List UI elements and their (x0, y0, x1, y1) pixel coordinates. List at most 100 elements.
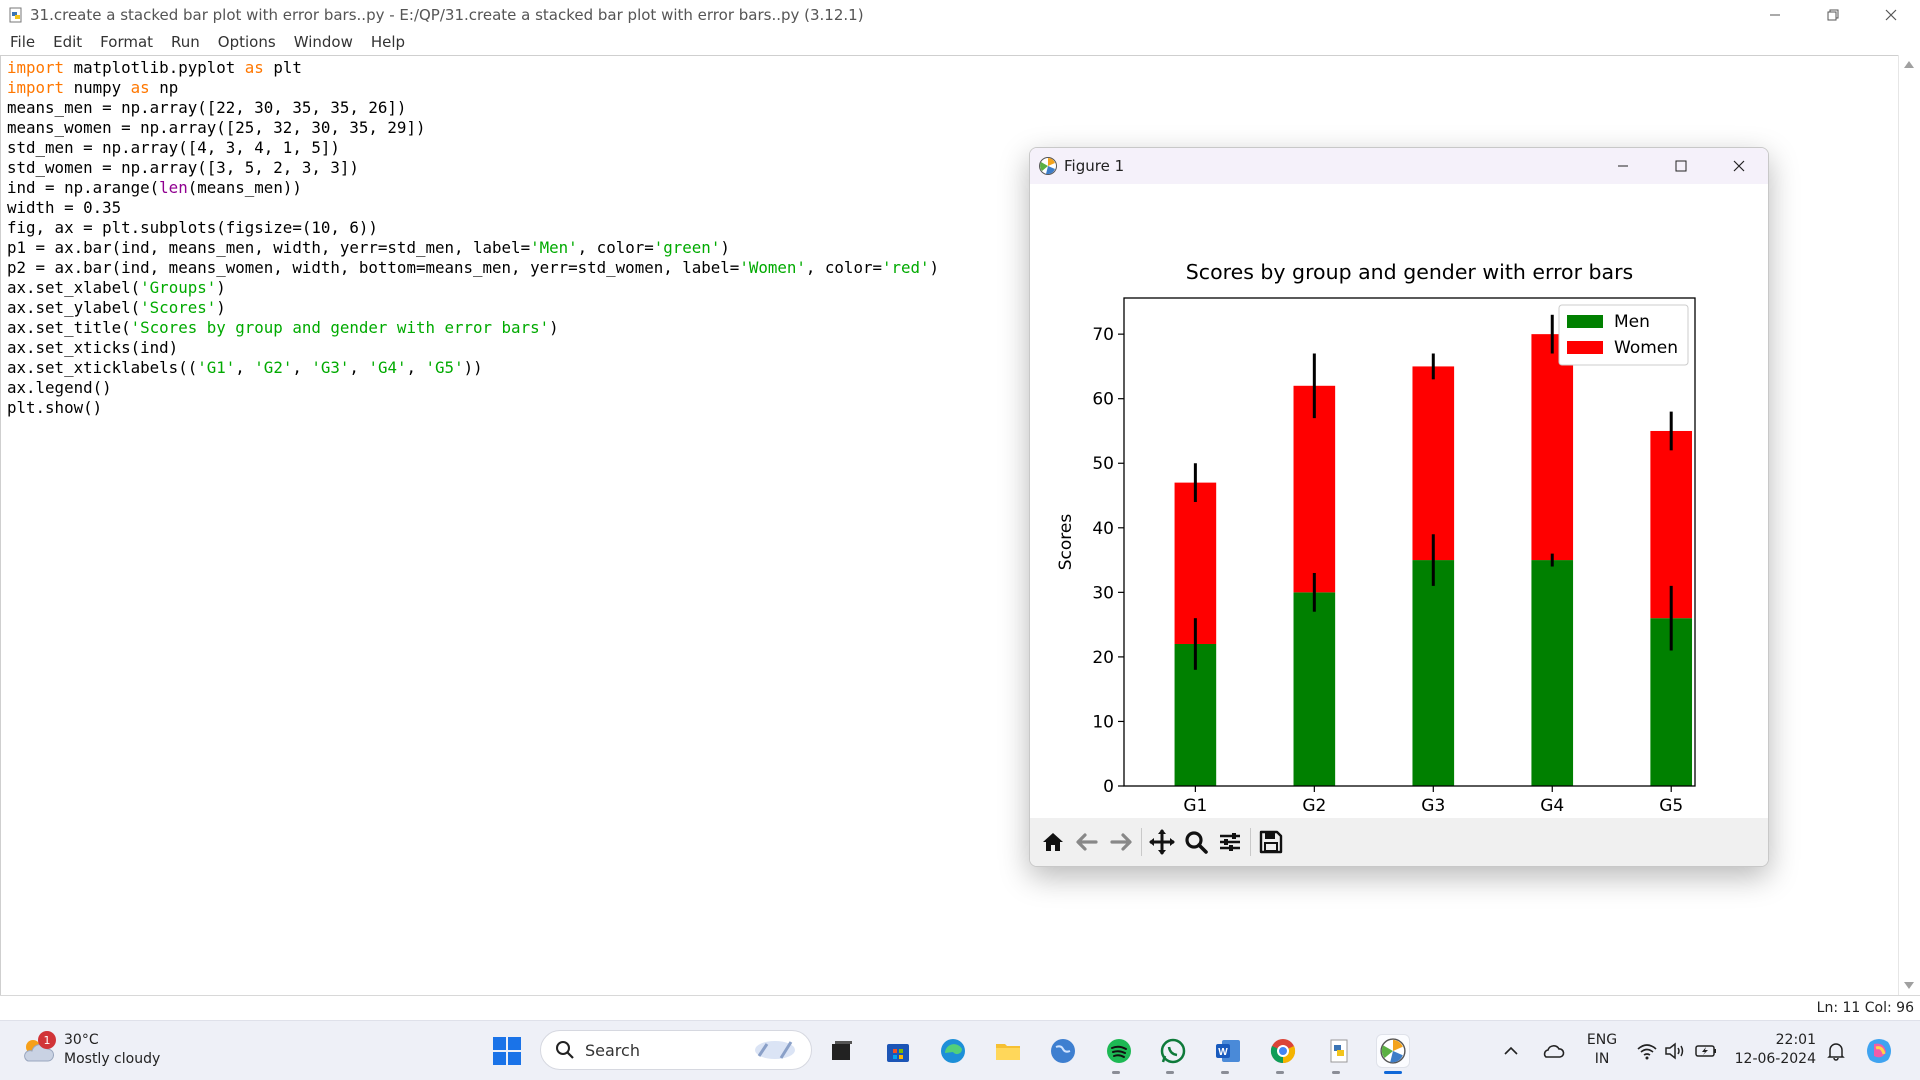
language-indicator[interactable]: ENG IN (1582, 1031, 1622, 1069)
code-line: p2 = ax.bar(ind, means_women, width, bot… (7, 258, 940, 277)
menu-edit[interactable]: Edit (44, 33, 91, 51)
weather-widget[interactable]: 1 30°C Mostly cloudy (20, 1031, 160, 1069)
close-button[interactable] (1862, 0, 1920, 29)
y-tick-label: 10 (1092, 712, 1114, 732)
toolbar-separator (1141, 828, 1142, 856)
taskbar: 1 30°C Mostly cloudy Search W ENG IN 22:… (0, 1020, 1920, 1080)
bell-icon (1827, 1043, 1845, 1061)
taskbar-clock[interactable]: 22:01 12-06-2024 (1728, 1031, 1816, 1069)
bar-men (1531, 560, 1574, 786)
running-indicator (1276, 1071, 1284, 1074)
running-indicator (1112, 1071, 1120, 1074)
onedrive-button[interactable] (1541, 1021, 1565, 1080)
x-tick-label: G5 (1659, 796, 1683, 816)
chart-canvas[interactable]: 0 10 20 30 40 50 60 70 G1 G2 G3 G4 G5 Scores by group… (1030, 184, 1768, 818)
python-button[interactable] (1322, 1034, 1356, 1068)
code-line: ax.set_title('Scores by group and gender… (7, 318, 559, 337)
store-icon (887, 1044, 909, 1062)
battery-charging-icon (1695, 1045, 1716, 1057)
back-button[interactable] (1070, 825, 1104, 859)
menu-run[interactable]: Run (162, 33, 209, 51)
code-line: fig, ax = plt.subplots(figsize=(10, 6)) (7, 218, 378, 237)
editor-scrollbar[interactable] (1898, 55, 1920, 995)
chart-title: Scores by group and gender with error ba… (1186, 260, 1633, 284)
y-tick-label: 40 (1092, 519, 1114, 539)
zoom-button[interactable] (1179, 825, 1213, 859)
spotify-button[interactable] (1102, 1034, 1136, 1068)
matplotlib-icon (1380, 1038, 1406, 1064)
taskbar-search[interactable]: Search (540, 1030, 812, 1070)
network-button[interactable] (1636, 1021, 1658, 1080)
running-indicator (1332, 1071, 1340, 1074)
edge-button[interactable] (936, 1034, 970, 1068)
start-button[interactable] (492, 1036, 522, 1066)
store-button[interactable] (881, 1034, 915, 1068)
scroll-up-icon[interactable] (1904, 61, 1914, 68)
running-indicator (1166, 1071, 1174, 1074)
close-icon (1733, 160, 1745, 172)
tray-overflow-button[interactable] (1502, 1021, 1520, 1080)
legend-swatch-women (1567, 341, 1603, 354)
matplotlib-button[interactable] (1376, 1034, 1410, 1068)
menu-file[interactable]: File (0, 33, 44, 51)
maximize-icon (1675, 160, 1687, 172)
volume-button[interactable] (1664, 1021, 1686, 1080)
forward-button[interactable] (1104, 825, 1138, 859)
browser-button[interactable] (1046, 1034, 1080, 1068)
cursor-position: Ln: 11 Col: 96 (1816, 1000, 1914, 1016)
whatsapp-button[interactable] (1156, 1034, 1190, 1068)
code-line: ax.set_xticks(ind) (7, 338, 179, 357)
menu-help[interactable]: Help (362, 33, 414, 51)
figure-maximize-button[interactable] (1652, 148, 1710, 184)
home-icon (1043, 833, 1063, 851)
active-indicator (1384, 1071, 1402, 1074)
window-titlebar: 31.create a stacked bar plot with error … (0, 0, 1920, 29)
spotify-icon (1107, 1039, 1131, 1063)
menu-format[interactable]: Format (91, 33, 162, 51)
task-view-button[interactable] (825, 1034, 859, 1068)
figure-minimize-button[interactable] (1594, 148, 1652, 184)
menu-window[interactable]: Window (285, 33, 362, 51)
x-tick-label: G3 (1421, 796, 1445, 816)
notifications-button[interactable] (1826, 1021, 1846, 1080)
legend-label-men: Men (1614, 312, 1650, 332)
back-icon (1076, 833, 1098, 851)
home-button[interactable] (1036, 825, 1070, 859)
restore-icon (1827, 9, 1839, 20)
save-button[interactable] (1254, 825, 1288, 859)
copilot-button[interactable] (1864, 1021, 1894, 1080)
menu-options[interactable]: Options (209, 33, 285, 51)
battery-button[interactable] (1694, 1021, 1718, 1080)
figure-window[interactable]: Figure 1 0 10 20 30 40 50 60 70 G1 G2 G3 G4 G5 Scores… (1029, 147, 1769, 867)
chevron-up-icon (1504, 1046, 1518, 1055)
minimize-button[interactable] (1746, 0, 1804, 29)
cloud-icon (1543, 1045, 1565, 1058)
wifi-icon (1637, 1044, 1657, 1060)
configure-icon (1220, 833, 1240, 851)
y-tick-label: 0 (1103, 777, 1114, 797)
clock-time: 22:01 (1775, 1032, 1816, 1048)
legend-swatch-men (1567, 315, 1603, 328)
bar-women (1531, 334, 1574, 561)
code-text[interactable]: import matplotlib.pyplot as plt import n… (7, 58, 939, 418)
weather-badge: 1 (38, 1031, 56, 1049)
chrome-icon (1270, 1039, 1296, 1064)
code-line: p1 = ax.bar(ind, means_men, width, yerr=… (7, 238, 730, 257)
restore-button[interactable] (1804, 0, 1862, 29)
weather-condition: Mostly cloudy (64, 1051, 161, 1067)
scroll-down-icon[interactable] (1904, 982, 1914, 989)
clock-date: 12-06-2024 (1734, 1051, 1816, 1067)
configure-button[interactable] (1213, 825, 1247, 859)
code-line: ax.set_xticklabels(('G1', 'G2', 'G3', 'G… (7, 358, 483, 377)
word-button[interactable]: W (1211, 1034, 1245, 1068)
figure-close-button[interactable] (1710, 148, 1768, 184)
region-code: IN (1594, 1051, 1610, 1067)
chrome-button[interactable] (1266, 1034, 1300, 1068)
y-tick-label: 50 (1092, 454, 1114, 474)
whatsapp-icon (1160, 1038, 1186, 1064)
file-explorer-button[interactable] (991, 1034, 1025, 1068)
pan-button[interactable] (1145, 825, 1179, 859)
toolbar-separator (1250, 828, 1251, 856)
python-icon (1330, 1039, 1348, 1063)
svg-text:W: W (1218, 1047, 1228, 1058)
